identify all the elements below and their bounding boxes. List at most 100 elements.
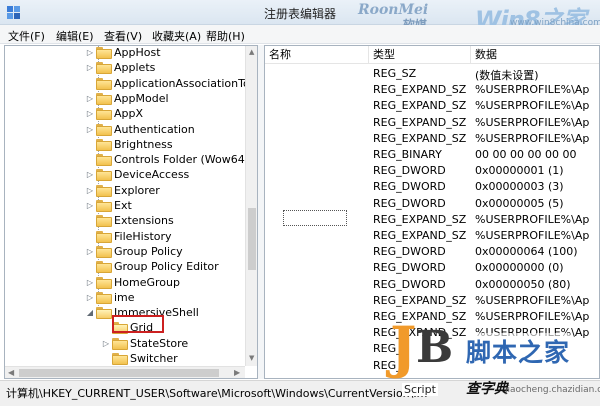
key-tree[interactable]: ▷ AppHost ▷ Applets ApplicationAssociationTo… xyxy=(4,45,258,379)
value-type: REG_DWORD xyxy=(373,164,446,178)
tree-item[interactable]: ApplicationAssociationToas xyxy=(5,77,257,92)
scroll-thumb[interactable] xyxy=(248,208,256,270)
value-row[interactable]: abDefault80REG_EXPAND_SZ%USERPROFILE%\Ap xyxy=(265,131,599,147)
tree-item-label: AppModel xyxy=(114,91,169,105)
value-data: %USERPROFILE%\Ap xyxy=(475,229,590,242)
tree-item[interactable]: ▷ AppModel xyxy=(5,92,245,107)
expand-arrow-icon[interactable]: ▷ xyxy=(85,108,95,120)
value-data: %USERPROFILE%\Ap xyxy=(475,310,590,323)
scroll-down-icon[interactable]: ▼ xyxy=(249,354,254,362)
expand-arrow-icon[interactable]: ▷ xyxy=(85,169,95,181)
tree-item-label: ApplicationAssociationToas xyxy=(114,76,258,90)
column-name[interactable]: 名称 xyxy=(265,46,369,64)
tree-item[interactable]: Brightness xyxy=(5,138,245,153)
folder-icon xyxy=(96,77,112,90)
value-data: 0x00000000 (0) xyxy=(475,261,564,275)
tree-item-label: Brightness xyxy=(114,137,173,151)
scroll-left-icon[interactable]: ◀ xyxy=(8,368,14,377)
value-row[interactable]: 011LauncherGridC...REG_DWORD0x00000001 (… xyxy=(265,163,599,179)
tree-item[interactable]: ▷ ime xyxy=(5,291,245,306)
value-row[interactable]: ab(默认)REG_SZ(数值未设置) xyxy=(265,66,599,82)
value-data: %USERPROFILE%\Ap xyxy=(475,99,590,113)
value-data: 0x00000050 (80) xyxy=(475,277,571,291)
folder-icon xyxy=(96,276,112,289)
value-data: %USERPROFILE%\Ap xyxy=(475,83,590,97)
focused-value-outline xyxy=(283,210,347,226)
tree-item[interactable]: Extensions xyxy=(5,214,245,229)
value-row[interactable]: 011Layout_Availab...REG_DWORD0x00000003 … xyxy=(265,179,599,195)
value-data: 0x00000001 (1) xyxy=(475,164,564,178)
tree-horizontal-scrollbar[interactable]: ◀ ▶ xyxy=(5,366,245,378)
menu-help[interactable]: 帮助(H) xyxy=(206,28,245,44)
tree-item[interactable]: Controls Folder (Wow64) xyxy=(5,153,249,168)
tree-item-label: Extensions xyxy=(114,214,174,228)
folder-icon xyxy=(96,261,112,274)
menu-edit[interactable]: 编辑(E) xyxy=(56,28,94,44)
tree-item[interactable]: Group Policy Editor xyxy=(5,260,245,275)
folder-icon xyxy=(96,108,112,121)
value-type: REG_EXPAND_SZ xyxy=(373,83,467,97)
current-key-path: 计算机\HKEY_CURRENT_USER\Software\Microsoft… xyxy=(6,387,428,400)
value-row[interactable]: 011PreviousScaleF...REG_DWORD0x00000050 … xyxy=(265,277,599,293)
expand-arrow-icon[interactable]: ▷ xyxy=(101,338,111,350)
watermark-script-label: Script xyxy=(402,383,438,396)
tree-item[interactable]: ▷ Group Policy xyxy=(5,245,245,260)
expand-arrow-icon[interactable]: ▷ xyxy=(85,292,95,304)
tree-item[interactable]: ▷ DeviceAccess xyxy=(5,168,245,183)
menu-favorites[interactable]: 收藏夹(A) xyxy=(152,28,201,44)
folder-icon xyxy=(96,215,112,228)
tree-item[interactable]: ▷ Explorer xyxy=(5,184,245,199)
tree-item-label: HomeGroup xyxy=(114,275,180,289)
value-type: REG_EXPAND_SZ xyxy=(373,131,467,145)
tree-item-label: Switcher xyxy=(130,352,178,365)
value-data: %USERPROFILE%\Ap xyxy=(475,293,590,307)
tree-item-label: Applets xyxy=(114,61,156,75)
menu-view[interactable]: 查看(V) xyxy=(104,28,142,44)
tree-item[interactable]: ▷ AppHost xyxy=(5,46,245,61)
tree-item[interactable]: ▷ Authentication xyxy=(5,123,245,138)
value-row[interactable]: abStartView100REG_EXPAND_SZ%USERPROFILE%… xyxy=(265,293,599,309)
expand-arrow-icon[interactable]: ▷ xyxy=(85,277,95,289)
folder-icon xyxy=(96,154,112,167)
value-row[interactable]: 011DesktopTileCa...REG_BINARY00 00 00 00… xyxy=(265,147,599,163)
folder-icon xyxy=(96,62,112,75)
value-type: REG_EXPAND_SZ xyxy=(373,115,467,129)
tree-item[interactable]: ▷ Ext xyxy=(5,199,245,214)
expand-arrow-icon[interactable]: ▷ xyxy=(85,62,95,74)
column-type[interactable]: 类型 xyxy=(369,46,471,64)
column-data[interactable]: 数据 xyxy=(471,46,599,64)
expand-arrow-icon[interactable]: ▷ xyxy=(85,246,95,258)
expand-arrow-icon[interactable]: ▷ xyxy=(85,47,95,59)
expand-arrow-icon[interactable]: ▷ xyxy=(85,93,95,105)
folder-icon xyxy=(112,337,128,350)
tree-item[interactable]: ▷ AppX xyxy=(5,107,245,122)
value-data: %USERPROFILE%\Ap xyxy=(475,115,590,129)
value-row[interactable]: 011PreviousLogoS...REG_DWORD0x00000064 (… xyxy=(265,244,599,260)
value-data: 0x00000003 (3) xyxy=(475,180,564,194)
tree-vertical-scrollbar[interactable]: ▲ ▼ xyxy=(245,46,257,366)
expand-arrow-icon[interactable]: ▷ xyxy=(85,200,95,212)
value-data: (数值未设置) xyxy=(475,69,539,82)
expand-arrow-icon[interactable]: ▷ xyxy=(85,124,95,136)
tree-item[interactable]: ▷ StateStore xyxy=(5,337,245,352)
folder-icon xyxy=(96,245,112,258)
value-row[interactable]: abDefault100REG_EXPAND_SZ%USERPROFILE%\A… xyxy=(265,82,599,98)
tree-item-label: FileHistory xyxy=(114,229,172,243)
value-row[interactable]: 011PreviousRTLREG_DWORD0x00000000 (0) xyxy=(265,260,599,276)
value-row[interactable]: abDefault180REG_EXPAND_SZ%USERPROFILE%\A… xyxy=(265,115,599,131)
value-row[interactable]: abLogo80REG_EXPAND_SZ%USERPROFILE%\Ap xyxy=(265,228,599,244)
tree-item[interactable]: Switcher xyxy=(5,352,245,367)
menu-file[interactable]: 文件(F) xyxy=(8,28,45,44)
tree-item[interactable]: ▷ HomeGroup xyxy=(5,276,245,291)
scroll-right-icon[interactable]: ▶ xyxy=(234,368,240,377)
scroll-up-icon[interactable]: ▲ xyxy=(249,48,254,56)
scroll-thumb[interactable] xyxy=(19,369,219,377)
tree-item[interactable]: FileHistory xyxy=(5,230,245,245)
value-data: 00 00 00 00 00 00 xyxy=(475,148,577,161)
expand-arrow-icon[interactable]: ▷ xyxy=(85,185,95,197)
tree-item-label: AppHost xyxy=(114,46,161,59)
collapse-arrow-icon[interactable]: ◢ xyxy=(85,307,95,319)
tree-item[interactable]: ▷ Applets xyxy=(5,61,245,76)
value-row[interactable]: abDefault140REG_EXPAND_SZ%USERPROFILE%\A… xyxy=(265,98,599,114)
value-data: %USERPROFILE%\Ap xyxy=(475,212,590,226)
